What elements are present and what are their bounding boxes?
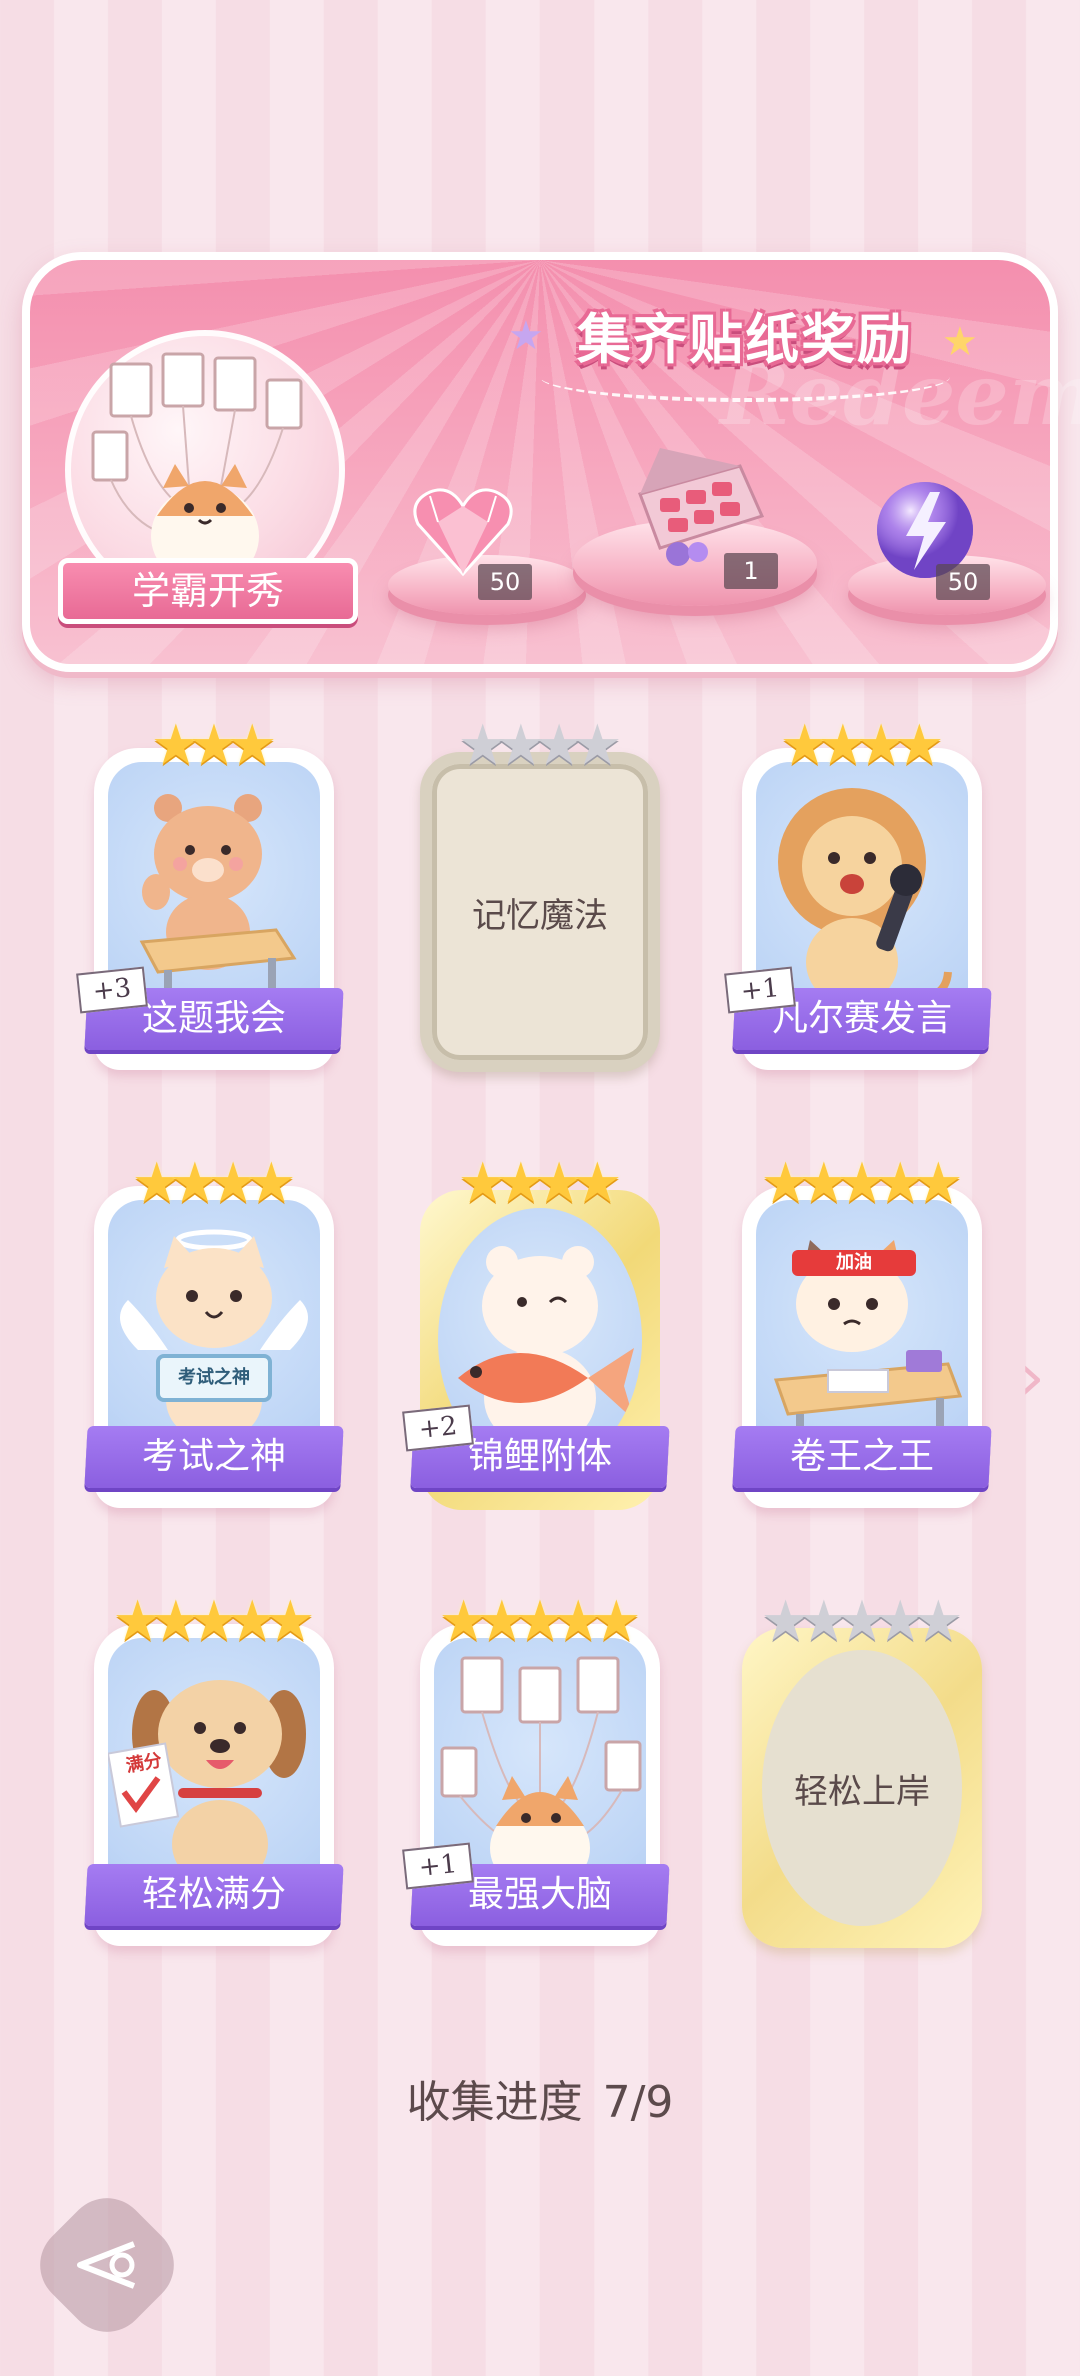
star-icon: ★ [913, 1151, 964, 1216]
sticker-card-locked[interactable]: ★ ★ ★ ★ ★ 轻松上岸 [734, 1594, 990, 1954]
reward-count: 50 [936, 564, 990, 600]
headband-text: 加油 [836, 1252, 872, 1273]
star-rating: ★ ★ ★ ★ [86, 1156, 342, 1212]
sticker-card-locked[interactable]: ★ ★ ★ ★ 记忆魔法 [412, 718, 668, 1078]
star-icon: ★ [246, 1151, 297, 1216]
sticker-card[interactable]: ★ ★ ★ 这题我会 +3 [76, 718, 344, 1078]
star-icon: ★ [227, 713, 278, 778]
star-rating: ★ ★ ★ ★ [734, 718, 990, 774]
card-bonus-badge: +1 [402, 1842, 474, 1890]
star-rating: ★ ★ ★ ★ ★ [412, 1594, 668, 1650]
star-empty-icon: ★ [913, 1589, 964, 1654]
banner-title: 集齐贴纸奖励 [577, 308, 913, 371]
star-icon: ★ [572, 1151, 623, 1216]
scholar-label: 学霸开秀 [58, 558, 358, 624]
sticker-card[interactable]: ★ ★ ★ ★ ★ 满分 轻松满分 [84, 1594, 344, 1954]
star-icon: ★ [591, 1589, 642, 1654]
star-rating: ★ ★ ★ [86, 718, 342, 774]
progress-value: 7/9 [602, 2077, 674, 2128]
star-rating: ★ ★ ★ ★ ★ [734, 1594, 990, 1650]
star-empty-icon: ★ [572, 713, 623, 778]
next-page-arrow-icon[interactable]: › [1012, 1346, 1052, 1410]
collection-progress: 收集进度 7/9 [0, 2066, 1080, 2130]
star-icon: ★ [265, 1589, 316, 1654]
card-bonus-badge: +2 [402, 1404, 474, 1452]
star-rating: ★ ★ ★ ★ ★ [734, 1156, 990, 1212]
card-bonus-badge: +1 [724, 966, 796, 1014]
progress-label: 收集进度 [406, 2077, 583, 2128]
sticker-card[interactable]: ★ ★ ★ ★ 凡尔赛发言 +1 [724, 718, 992, 1078]
sticker-card[interactable]: ★ ★ ★ ★ ★ 加油 卷王之王 [732, 1156, 992, 1516]
star-rating: ★ ★ ★ ★ [412, 718, 668, 774]
card-bonus-badge: +3 [76, 966, 148, 1014]
back-arrow-icon[interactable] [66, 2224, 148, 2306]
sticker-card[interactable]: ★ ★ ★ ★ ★ 最强大脑 +1 [402, 1594, 670, 1954]
reward-count: 1 [724, 553, 778, 589]
sticker-card[interactable]: ★ ★ ★ ★ 锦鲤附体 +2 [402, 1156, 670, 1516]
reward-count: 50 [478, 564, 532, 600]
card-name: 卷王之王 [789, 1436, 934, 1477]
star-rating: ★ ★ ★ ★ [412, 1156, 668, 1212]
sticker-card[interactable]: ★ ★ ★ ★ 考试之神 考试之神 [84, 1156, 344, 1516]
exam-god-sign-text: 考试之神 [178, 1367, 250, 1388]
star-icon: ★ [894, 713, 945, 778]
star-rating: ★ ★ ★ ★ ★ [86, 1594, 342, 1650]
star-decoration-icon: ★ [508, 313, 544, 359]
card-name: 轻松满分 [141, 1874, 286, 1915]
card-name: 考试之神 [141, 1436, 286, 1477]
